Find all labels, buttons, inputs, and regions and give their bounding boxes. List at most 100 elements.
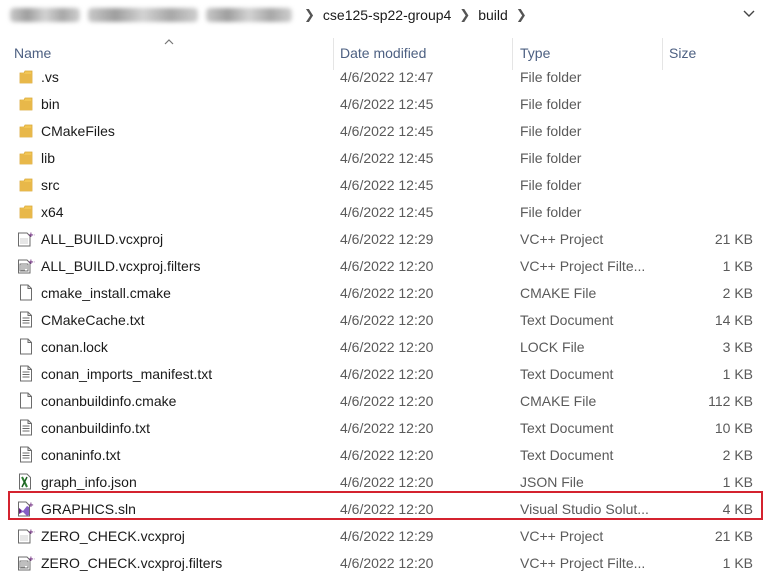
file-type: LOCK File <box>520 338 585 355</box>
file-row[interactable]: .vs 4/6/2022 12:47 File folder <box>0 63 775 90</box>
file-name: src <box>41 176 60 193</box>
redacted-breadcrumb-segment <box>10 8 80 22</box>
file-name: CMakeCache.txt <box>41 311 145 328</box>
file-name: graph_info.json <box>41 473 137 490</box>
file-date-modified: 4/6/2022 12:45 <box>340 122 434 139</box>
file-size <box>660 144 753 171</box>
file-size: 1 KB <box>722 365 753 382</box>
file-type: CMAKE File <box>520 392 597 409</box>
file-date-modified: 4/6/2022 12:20 <box>340 338 434 355</box>
file-name: ALL_BUILD.vcxproj <box>41 230 164 247</box>
file-name: conan_imports_manifest.txt <box>41 365 213 382</box>
file-row[interactable]: conan_imports_manifest.txt 4/6/2022 12:20… <box>0 360 775 387</box>
file-type: File folder <box>520 176 582 193</box>
file-name: ZERO_CHECK.vcxproj.filters <box>41 554 223 571</box>
file-icon <box>16 387 36 414</box>
file-row[interactable]: ++ ALL_BUILD.vcxproj.filters 4/6/2022 12:2… <box>0 252 775 279</box>
file-row[interactable]: ++ ZERO_CHECK.vcxproj 4/6/2022 12:29 VC++ P… <box>0 522 775 549</box>
file-type: Text Document <box>520 419 614 436</box>
file-size <box>660 171 753 198</box>
file-size: 1 KB <box>722 554 753 571</box>
file-size: 21 KB <box>714 527 753 544</box>
file-row[interactable]: lib 4/6/2022 12:45 File folder <box>0 144 775 171</box>
file-size: 2 KB <box>722 284 753 301</box>
breadcrumb-separator-icon: ❯ <box>304 7 315 22</box>
file-date-modified: 4/6/2022 12:20 <box>340 284 434 301</box>
file-row[interactable]: bin 4/6/2022 12:45 File folder <box>0 90 775 117</box>
file-size: 3 KB <box>722 338 753 355</box>
file-size <box>660 198 753 225</box>
file-date-modified: 4/6/2022 12:20 <box>340 500 434 517</box>
file-row[interactable]: conanbuildinfo.txt 4/6/2022 12:20 Text Doc… <box>0 414 775 441</box>
file-date-modified: 4/6/2022 12:45 <box>340 149 434 166</box>
file-size <box>660 63 753 90</box>
file-row[interactable]: CMakeCache.txt 4/6/2022 12:20 Text Documen… <box>0 306 775 333</box>
file-type: Text Document <box>520 446 614 463</box>
file-type: Text Document <box>520 311 614 328</box>
folder-icon <box>16 144 36 171</box>
file-type: File folder <box>520 203 582 220</box>
address-history-dropdown[interactable] <box>741 6 757 22</box>
text-file-icon <box>16 441 36 468</box>
svg-text:++: ++ <box>28 258 35 266</box>
file-row[interactable]: src 4/6/2022 12:45 File folder <box>0 171 775 198</box>
file-size: 2 KB <box>722 446 753 463</box>
file-row[interactable]: + GRAPHICS.sln 4/6/2022 12:20 Visual Studio… <box>0 495 775 522</box>
file-size: 1 KB <box>722 473 753 490</box>
file-name: conanbuildinfo.cmake <box>41 392 177 409</box>
file-date-modified: 4/6/2022 12:20 <box>340 446 434 463</box>
file-name: cmake_install.cmake <box>41 284 171 301</box>
file-type: File folder <box>520 95 582 112</box>
folder-icon <box>16 171 36 198</box>
file-name: ALL_BUILD.vcxproj.filters <box>41 257 201 274</box>
file-date-modified: 4/6/2022 12:29 <box>340 527 434 544</box>
file-row[interactable]: conanbuildinfo.cmake 4/6/2022 12:20 CMAKE … <box>0 387 775 414</box>
redacted-breadcrumb-segment <box>206 8 292 22</box>
file-date-modified: 4/6/2022 12:29 <box>340 230 434 247</box>
breadcrumb: ❯ cse125-sp22-group4 ❯ build ❯ <box>6 7 535 23</box>
breadcrumb-segment-build[interactable]: build <box>478 7 508 23</box>
folder-icon <box>16 90 36 117</box>
file-name: ZERO_CHECK.vcxproj <box>41 527 185 544</box>
file-size: 112 KB <box>708 392 753 409</box>
file-icon <box>16 279 36 306</box>
chevron-down-icon <box>743 10 755 17</box>
breadcrumb-segment-repo[interactable]: cse125-sp22-group4 <box>323 7 451 23</box>
file-date-modified: 4/6/2022 12:20 <box>340 392 434 409</box>
file-size: 10 KB <box>714 419 753 436</box>
file-row[interactable]: CMakeFiles 4/6/2022 12:45 File folder <box>0 117 775 144</box>
file-row[interactable]: cmake_install.cmake 4/6/2022 12:20 CMAKE F… <box>0 279 775 306</box>
filters-icon: ++ <box>16 549 36 576</box>
file-type: VC++ Project <box>520 230 604 247</box>
file-name: conanbuildinfo.txt <box>41 419 150 436</box>
file-date-modified: 4/6/2022 12:45 <box>340 176 434 193</box>
svg-text:++: ++ <box>28 231 35 239</box>
file-type: Text Document <box>520 365 614 382</box>
address-bar[interactable]: ❯ cse125-sp22-group4 ❯ build ❯ <box>0 0 775 30</box>
file-type: File folder <box>520 68 582 85</box>
svg-text:++: ++ <box>28 555 35 563</box>
file-date-modified: 4/6/2022 12:20 <box>340 419 434 436</box>
file-row[interactable]: x64 4/6/2022 12:45 File folder <box>0 198 775 225</box>
file-size: 1 KB <box>722 257 753 274</box>
breadcrumb-expand-icon[interactable]: ❯ <box>508 7 535 23</box>
vcxproj-icon: ++ <box>16 522 36 549</box>
file-row[interactable]: conaninfo.txt 4/6/2022 12:20 Text Document… <box>0 441 775 468</box>
file-date-modified: 4/6/2022 12:45 <box>340 203 434 220</box>
folder-icon <box>16 198 36 225</box>
file-date-modified: 4/6/2022 12:20 <box>340 365 434 382</box>
file-row[interactable]: ++ ALL_BUILD.vcxproj 4/6/2022 12:29 VC++ Pr… <box>0 225 775 252</box>
file-row[interactable]: conan.lock 4/6/2022 12:20 LOCK File 3 KB <box>0 333 775 360</box>
file-date-modified: 4/6/2022 12:20 <box>340 257 434 274</box>
file-date-modified: 4/6/2022 12:47 <box>340 68 434 85</box>
file-name: bin <box>41 95 60 112</box>
file-date-modified: 4/6/2022 12:20 <box>340 311 434 328</box>
text-file-icon <box>16 360 36 387</box>
file-row[interactable]: graph_info.json 4/6/2022 12:20 JSON File 1 … <box>0 468 775 495</box>
file-icon <box>16 333 36 360</box>
svg-text:++: ++ <box>28 528 35 536</box>
file-name: CMakeFiles <box>41 122 115 139</box>
file-name: lib <box>41 149 56 166</box>
file-type: JSON File <box>520 473 584 490</box>
file-row[interactable]: ++ ZERO_CHECK.vcxproj.filters 4/6/2022 12:… <box>0 549 775 576</box>
